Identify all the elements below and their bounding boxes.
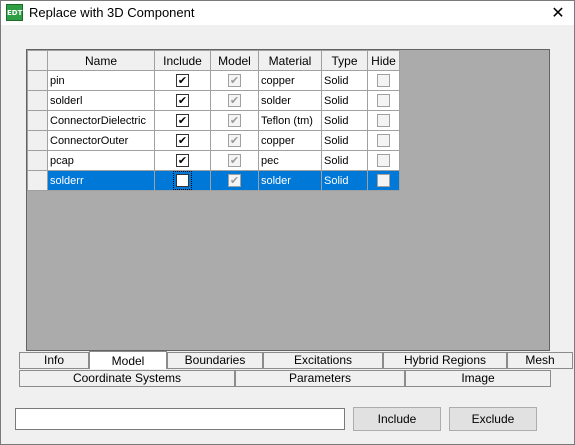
close-icon[interactable]: ✕ — [548, 3, 568, 23]
tab-info[interactable]: Info — [19, 352, 89, 369]
name-cell[interactable]: solderr — [47, 170, 155, 191]
include-cell[interactable]: ✔ — [154, 130, 211, 151]
include-cell[interactable] — [154, 170, 211, 191]
tab-mesh[interactable]: Mesh — [507, 352, 573, 369]
hide-cell — [367, 70, 400, 91]
filter-input[interactable] — [15, 408, 345, 430]
include-checkbox[interactable]: ✔ — [176, 114, 189, 127]
name-cell[interactable]: pin — [47, 70, 155, 91]
table-header-row: Name Include Model Material Type Hide — [27, 50, 400, 71]
model-cell: ✔ — [210, 90, 259, 111]
component-grid: Name Include Model Material Type Hide pi… — [26, 49, 550, 351]
material-cell[interactable]: Teflon (tm) — [258, 110, 322, 131]
title-bar: EDT Replace with 3D Component ✕ — [1, 1, 574, 25]
model-cell: ✔ — [210, 130, 259, 151]
material-cell[interactable]: copper — [258, 70, 322, 91]
include-checkbox[interactable]: ✔ — [176, 134, 189, 147]
type-cell[interactable]: Solid — [321, 70, 368, 91]
row-header[interactable] — [27, 170, 48, 191]
column-header-hide[interactable]: Hide — [367, 50, 400, 71]
app-icon: EDT — [6, 4, 23, 21]
hide-checkbox — [377, 174, 390, 187]
type-cell[interactable]: Solid — [321, 150, 368, 171]
include-cell[interactable]: ✔ — [154, 70, 211, 91]
row-header-corner — [27, 50, 48, 71]
tab-boundaries[interactable]: Boundaries — [167, 352, 263, 369]
include-cell[interactable]: ✔ — [154, 150, 211, 171]
model-checkbox: ✔ — [228, 154, 241, 167]
hide-cell — [367, 110, 400, 131]
tab-hybrid-regions[interactable]: Hybrid Regions — [383, 352, 507, 369]
include-checkbox[interactable]: ✔ — [176, 74, 189, 87]
hide-cell — [367, 150, 400, 171]
hide-checkbox — [377, 94, 390, 107]
row-header[interactable] — [27, 110, 48, 131]
type-cell[interactable]: Solid — [321, 130, 368, 151]
hide-checkbox — [377, 114, 390, 127]
table-row[interactable]: ConnectorOuter ✔ ✔ copper Solid — [27, 130, 400, 151]
model-checkbox: ✔ — [228, 134, 241, 147]
model-checkbox: ✔ — [228, 74, 241, 87]
row-header[interactable] — [27, 90, 48, 111]
material-cell[interactable]: copper — [258, 130, 322, 151]
model-cell: ✔ — [210, 70, 259, 91]
model-cell: ✔ — [210, 110, 259, 131]
name-cell[interactable]: solderl — [47, 90, 155, 111]
model-checkbox: ✔ — [228, 174, 241, 187]
window-title: Replace with 3D Component — [29, 5, 195, 20]
include-cell[interactable]: ✔ — [154, 110, 211, 131]
material-cell[interactable]: solder — [258, 90, 322, 111]
component-table: Name Include Model Material Type Hide pi… — [27, 50, 400, 191]
model-checkbox: ✔ — [228, 114, 241, 127]
tab-image[interactable]: Image — [405, 370, 551, 387]
model-checkbox: ✔ — [228, 94, 241, 107]
include-checkbox[interactable]: ✔ — [176, 94, 189, 107]
exclude-button[interactable]: Exclude — [449, 407, 537, 431]
table-row[interactable]: pin ✔ ✔ copper Solid — [27, 70, 400, 91]
row-header[interactable] — [27, 130, 48, 151]
column-header-model[interactable]: Model — [210, 50, 259, 71]
tab-model[interactable]: Model — [89, 351, 167, 369]
tab-excitations[interactable]: Excitations — [263, 352, 383, 369]
material-cell[interactable]: pec — [258, 150, 322, 171]
include-cell[interactable]: ✔ — [154, 90, 211, 111]
table-row[interactable]: solderl ✔ ✔ solder Solid — [27, 90, 400, 111]
tab-row-1: Info Model Boundaries Excitations Hybrid Reg… — [19, 351, 573, 369]
type-cell[interactable]: Solid — [321, 90, 368, 111]
include-checkbox[interactable]: ✔ — [176, 154, 189, 167]
column-header-material[interactable]: Material — [258, 50, 322, 71]
column-header-type[interactable]: Type — [321, 50, 368, 71]
tab-row-2: Coordinate Systems Parameters Image — [19, 370, 551, 387]
dialog-window: EDT Replace with 3D Component ✕ Name Inc… — [0, 0, 575, 445]
table-row[interactable]: pcap ✔ ✔ pec Solid — [27, 150, 400, 171]
table-row[interactable]: solderr ✔ solder Solid — [27, 170, 400, 191]
name-cell[interactable]: ConnectorOuter — [47, 130, 155, 151]
name-cell[interactable]: ConnectorDielectric — [47, 110, 155, 131]
row-header[interactable] — [27, 70, 48, 91]
hide-cell — [367, 130, 400, 151]
tab-parameters[interactable]: Parameters — [235, 370, 405, 387]
column-header-include[interactable]: Include — [154, 50, 211, 71]
type-cell[interactable]: Solid — [321, 170, 368, 191]
hide-checkbox — [377, 134, 390, 147]
hide-checkbox — [377, 154, 390, 167]
column-header-name[interactable]: Name — [47, 50, 155, 71]
row-header[interactable] — [27, 150, 48, 171]
hide-cell — [367, 90, 400, 111]
tab-coordinate-systems[interactable]: Coordinate Systems — [19, 370, 235, 387]
table-row[interactable]: ConnectorDielectric ✔ ✔ Teflon (tm) Solid — [27, 110, 400, 131]
model-cell: ✔ — [210, 170, 259, 191]
name-cell[interactable]: pcap — [47, 150, 155, 171]
material-cell[interactable]: solder — [258, 170, 322, 191]
model-cell: ✔ — [210, 150, 259, 171]
include-button[interactable]: Include — [353, 407, 441, 431]
include-checkbox[interactable] — [173, 171, 192, 190]
type-cell[interactable]: Solid — [321, 110, 368, 131]
hide-checkbox — [377, 74, 390, 87]
hide-cell — [367, 170, 400, 191]
